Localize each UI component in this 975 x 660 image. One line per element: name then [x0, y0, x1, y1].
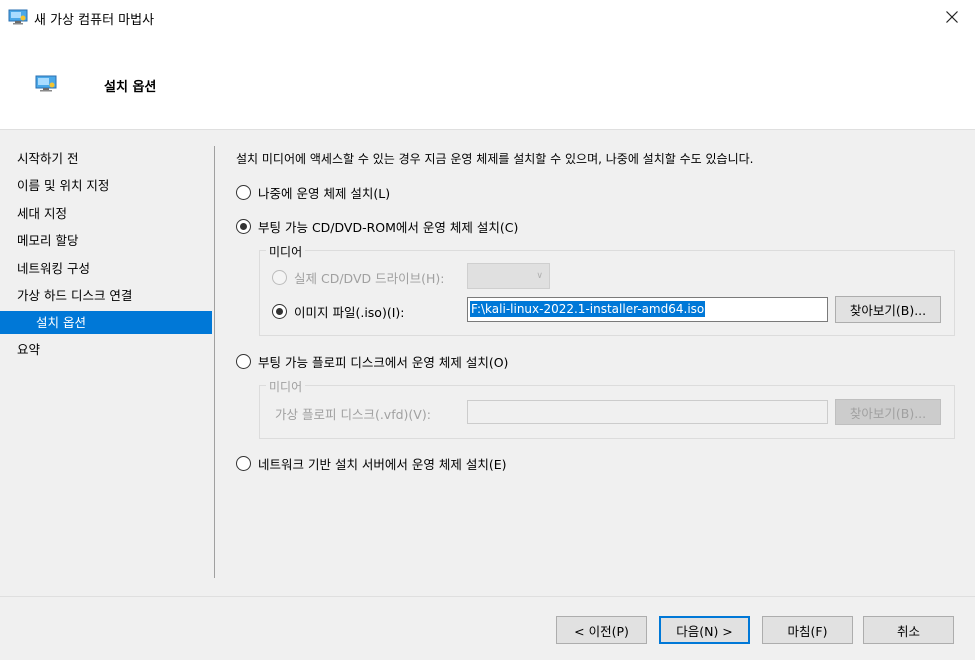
nav-item-name-location[interactable]: 이름 및 위치 지정: [0, 172, 214, 199]
floppy-media-group-label: 미디어: [266, 378, 306, 395]
radio-physical-drive: [272, 270, 287, 285]
next-button[interactable]: 다음(N) >: [659, 616, 750, 644]
image-file-path-input[interactable]: F:\kali-linux-2022.1-installer-amd64.iso: [467, 297, 828, 322]
cd-media-group: [259, 250, 955, 336]
physical-drive-label: 실제 CD/DVD 드라이브(H):: [294, 271, 445, 286]
option-install-floppy[interactable]: 부팅 가능 플로피 디스크에서 운영 체제 설치(O): [236, 352, 508, 371]
nav-item-summary[interactable]: 요약: [0, 336, 214, 363]
option-install-floppy-label: 부팅 가능 플로피 디스크에서 운영 체제 설치(O): [258, 355, 509, 370]
radio-install-later[interactable]: [236, 185, 251, 200]
cd-media-group-label: 미디어: [266, 243, 306, 260]
window-title: 새 가상 컴퓨터 마법사: [34, 13, 155, 28]
radio-install-floppy[interactable]: [236, 354, 251, 369]
option-install-network-label: 네트워크 기반 설치 서버에서 운영 체제 설치(E): [258, 457, 507, 472]
option-physical-drive: 실제 CD/DVD 드라이브(H):: [272, 268, 444, 287]
cancel-button[interactable]: 취소: [863, 616, 954, 644]
option-install-later-label: 나중에 운영 체제 설치(L): [258, 186, 391, 201]
nav-item-generation[interactable]: 세대 지정: [0, 200, 214, 227]
close-button[interactable]: [929, 0, 975, 34]
option-install-network[interactable]: 네트워크 기반 설치 서버에서 운영 체제 설치(E): [236, 454, 507, 473]
radio-image-file[interactable]: [272, 304, 287, 319]
finish-button[interactable]: 마침(F): [762, 616, 853, 644]
browse-floppy-button: 찾아보기(B)...: [835, 399, 941, 425]
radio-install-cd[interactable]: [236, 219, 251, 234]
wizard-steps-nav: 시작하기 전 이름 및 위치 지정 세대 지정 메모리 할당 네트워킹 구성 가…: [0, 145, 214, 364]
option-image-file[interactable]: 이미지 파일(.iso)(I):: [272, 302, 405, 321]
title-bar: 새 가상 컴퓨터 마법사: [0, 0, 975, 34]
nav-item-memory[interactable]: 메모리 할당: [0, 227, 214, 254]
option-install-later[interactable]: 나중에 운영 체제 설치(L): [236, 183, 390, 202]
option-install-cd-label: 부팅 가능 CD/DVD-ROM에서 운영 체제 설치(C): [258, 220, 519, 235]
floppy-path-input: [467, 400, 828, 424]
chevron-down-icon: ∨: [536, 271, 543, 281]
previous-button[interactable]: < 이전(P): [556, 616, 647, 644]
option-install-cd[interactable]: 부팅 가능 CD/DVD-ROM에서 운영 체제 설치(C): [236, 217, 518, 236]
floppy-disk-label: 가상 플로피 디스크(.vfd)(V):: [275, 407, 431, 422]
browse-iso-button[interactable]: 찾아보기(B)...: [835, 296, 941, 323]
nav-item-installation-options[interactable]: 설치 옵션: [0, 311, 212, 335]
nav-item-before-you-begin[interactable]: 시작하기 전: [0, 145, 214, 172]
nav-item-networking[interactable]: 네트워킹 구성: [0, 255, 214, 282]
footer-divider: [0, 596, 975, 597]
nav-divider: [214, 146, 215, 578]
nav-item-virtual-hard-disk[interactable]: 가상 하드 디스크 연결: [0, 282, 214, 309]
monitor-icon: [8, 9, 28, 28]
physical-drive-dropdown: ∨: [467, 263, 550, 289]
page-header: 설치 옵션: [0, 34, 975, 130]
close-icon: [946, 11, 958, 23]
description-text: 설치 미디어에 액세스할 수 있는 경우 지금 운영 체제를 설치할 수 있으며…: [236, 152, 754, 166]
image-file-path-value: F:\kali-linux-2022.1-installer-amd64.iso: [470, 301, 706, 317]
monitor-icon: [35, 75, 57, 96]
radio-install-network[interactable]: [236, 456, 251, 471]
image-file-label: 이미지 파일(.iso)(I):: [294, 305, 405, 320]
page-title: 설치 옵션: [104, 80, 157, 95]
